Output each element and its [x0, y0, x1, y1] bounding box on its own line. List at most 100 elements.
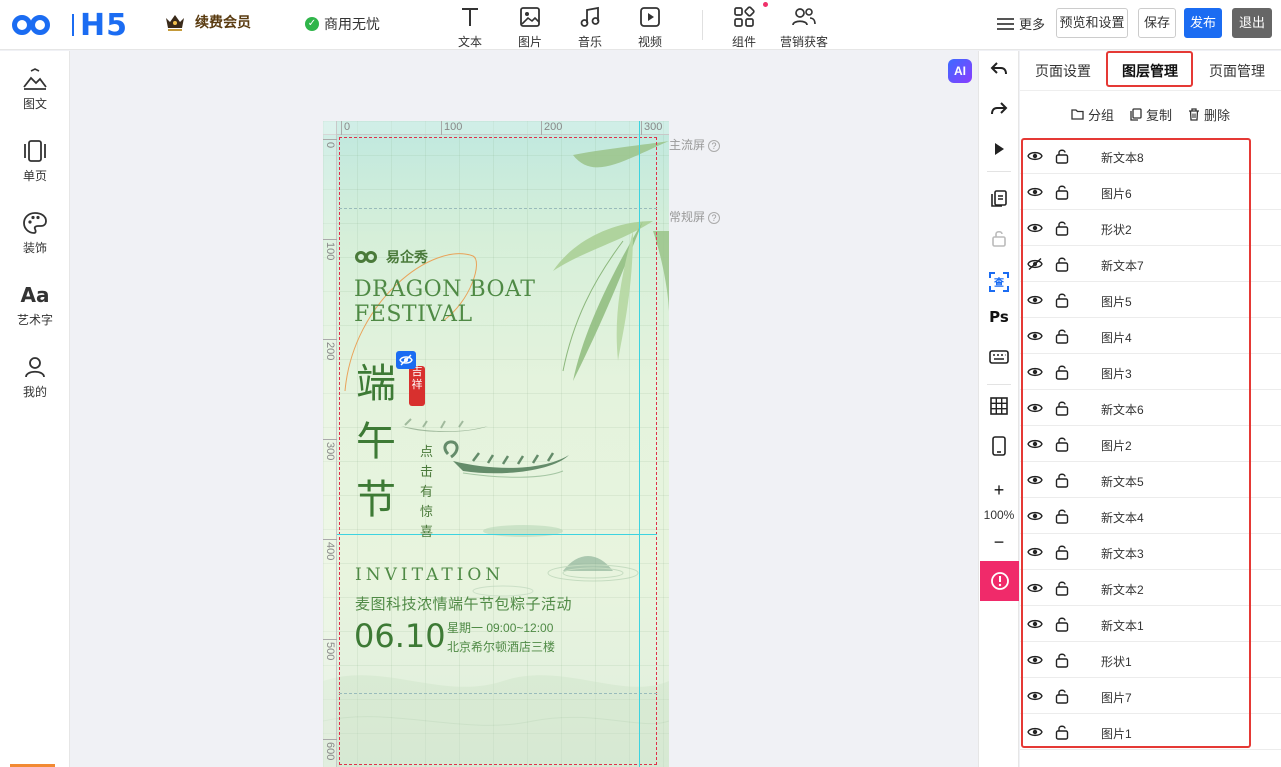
- tool-music[interactable]: 音乐: [566, 4, 614, 50]
- sidebar-item-label: 装饰: [22, 241, 47, 255]
- alignment-guide-horizontal: [337, 534, 657, 535]
- zoom-level: 100%: [983, 508, 1015, 522]
- event-date[interactable]: 06.10: [354, 617, 446, 655]
- activity-title[interactable]: 麦图科技浓情端午节包粽子活动: [355, 593, 572, 614]
- sidebar-item-label: 我的: [22, 385, 47, 399]
- layer-panel: 页面设置 图层管理 页面管理 分组 复制 删除 新文本8 图片6 形状2 新文本7 图片…: [1020, 51, 1281, 767]
- undo-button[interactable]: [979, 57, 1019, 81]
- title-english[interactable]: DRAGON BOAT FESTIVAL: [354, 277, 535, 327]
- h5-page-canvas[interactable]: 0 100 200 300 0 100 200 300 400 500 600: [323, 121, 669, 767]
- sidebar-item-art-text[interactable]: Aa 艺术字: [0, 281, 70, 328]
- ruler-tick: 300: [323, 439, 337, 460]
- zoom-out-button[interactable]: −: [979, 530, 1019, 554]
- event-details[interactable]: 星期一 09:00~12:00 北京希尔顿酒店三楼: [447, 619, 555, 657]
- tab-page-management[interactable]: 页面管理: [1209, 61, 1265, 81]
- copy-page-button[interactable]: [979, 186, 1019, 210]
- layer-actions: 分组 复制 删除: [1020, 99, 1281, 129]
- sidebar-item-single-page[interactable]: 单页: [0, 137, 70, 184]
- ps-icon: Ps: [989, 308, 1009, 326]
- crown-icon: [164, 12, 186, 32]
- ruler-tick: 100: [441, 121, 462, 135]
- ruler-tick: 200: [541, 121, 562, 135]
- sidebar-item-decoration[interactable]: 装饰: [0, 209, 70, 256]
- delete-button[interactable]: 删除: [1188, 105, 1230, 124]
- menu-icon: [997, 17, 1014, 30]
- palette-icon: [0, 209, 70, 237]
- delete-label: 删除: [1204, 107, 1231, 123]
- sidebar-item-image-text[interactable]: 图文: [0, 65, 70, 112]
- bottom-screen-guide: [339, 693, 657, 694]
- marketing-icon: [776, 4, 832, 30]
- tool-marketing[interactable]: 营销获客: [776, 4, 832, 50]
- sidebar-item-label: 艺术字: [16, 313, 53, 327]
- publish-button[interactable]: 发布: [1184, 8, 1222, 38]
- save-button[interactable]: 保存: [1138, 8, 1176, 38]
- exit-button[interactable]: 退出: [1232, 8, 1272, 38]
- copy-button[interactable]: 复制: [1130, 105, 1172, 124]
- editor-app: H5 续费会员 ✓ 商用无忧 文本 图片 音乐 视频 组件 营销获客 更多 预览…: [0, 0, 1281, 767]
- brand-mark-icon: [355, 251, 381, 263]
- unlock-icon: [992, 230, 1006, 247]
- logo[interactable]: H5: [12, 7, 128, 43]
- error-check-button[interactable]: [980, 561, 1019, 601]
- grid-toggle-button[interactable]: [979, 394, 1019, 418]
- title-chinese[interactable]: 端午节: [356, 355, 406, 529]
- ruler-tick: 100: [323, 239, 337, 260]
- group-button[interactable]: 分组: [1071, 105, 1114, 124]
- more-menu-button[interactable]: 更多: [997, 14, 1045, 33]
- logo-text: H5: [80, 7, 128, 43]
- divider: [987, 384, 1011, 385]
- device-preview-button[interactable]: [979, 434, 1019, 458]
- ai-assistant-button[interactable]: AI: [948, 59, 972, 83]
- tab-page-settings[interactable]: 页面设置: [1035, 61, 1091, 81]
- image-icon: [506, 4, 554, 30]
- image-text-icon: [0, 65, 70, 93]
- keyboard-shortcuts-button[interactable]: [979, 345, 1019, 369]
- renew-member-button[interactable]: 续费会员: [164, 12, 251, 32]
- video-icon: [626, 4, 674, 30]
- commercial-use-badge[interactable]: ✓ 商用无忧: [305, 14, 380, 34]
- ruler-tick: 500: [323, 639, 337, 660]
- copy-label: 复制: [1145, 107, 1172, 123]
- svg-text:查: 查: [993, 276, 1005, 289]
- art-text-icon: Aa: [20, 283, 50, 307]
- hidden-eye-icon[interactable]: [396, 351, 416, 369]
- ruler-tick: 400: [323, 539, 337, 560]
- click-surprise-text[interactable]: 点击有惊喜: [420, 443, 434, 543]
- logo-divider: [72, 14, 74, 36]
- tool-video[interactable]: 视频: [626, 4, 674, 50]
- ps-import-button[interactable]: Ps: [979, 305, 1019, 329]
- zoom-in-button[interactable]: +: [979, 478, 1019, 502]
- check-circle-icon: ✓: [305, 17, 319, 31]
- tool-image[interactable]: 图片: [506, 4, 554, 50]
- layer-list-highlight: [1021, 138, 1251, 748]
- tool-text[interactable]: 文本: [446, 4, 494, 50]
- redo-button[interactable]: [979, 97, 1019, 121]
- notification-dot: [763, 2, 768, 7]
- logo-mark-icon: [12, 14, 60, 36]
- ruler-tick: 600: [323, 739, 337, 760]
- play-preview-button[interactable]: [979, 137, 1019, 161]
- lock-button[interactable]: [979, 226, 1019, 250]
- folder-icon: [1071, 109, 1084, 120]
- tool-components[interactable]: 组件: [720, 4, 768, 50]
- vertical-ruler: 0 100 200 300 400 500 600: [323, 121, 337, 767]
- scan-text-icon: 查: [989, 272, 1009, 292]
- invitation-heading[interactable]: INVITATION: [355, 565, 504, 585]
- panel-tabs: 页面设置 图层管理 页面管理: [1020, 51, 1281, 91]
- active-tab-highlight: [1106, 51, 1193, 87]
- brand-name: 易企秀: [386, 249, 428, 265]
- help-icon[interactable]: ?: [708, 140, 721, 152]
- help-icon[interactable]: ?: [708, 212, 721, 224]
- preview-settings-button[interactable]: 预览和设置: [1056, 8, 1128, 38]
- event-time: 星期一 09:00~12:00: [447, 621, 554, 635]
- sidebar-item-mine[interactable]: 我的: [0, 353, 70, 400]
- tool-label: 音乐: [577, 35, 602, 49]
- commercial-label: 商用无忧: [324, 16, 380, 32]
- main-screen-label: 主流屏?: [669, 136, 721, 153]
- text-recognition-button[interactable]: 查: [979, 270, 1019, 294]
- redo-icon: [991, 102, 1008, 115]
- seal-stamp[interactable]: 吉祥: [409, 366, 425, 406]
- brand-logo-text[interactable]: 易企秀: [355, 247, 428, 267]
- alert-icon: [990, 572, 1009, 590]
